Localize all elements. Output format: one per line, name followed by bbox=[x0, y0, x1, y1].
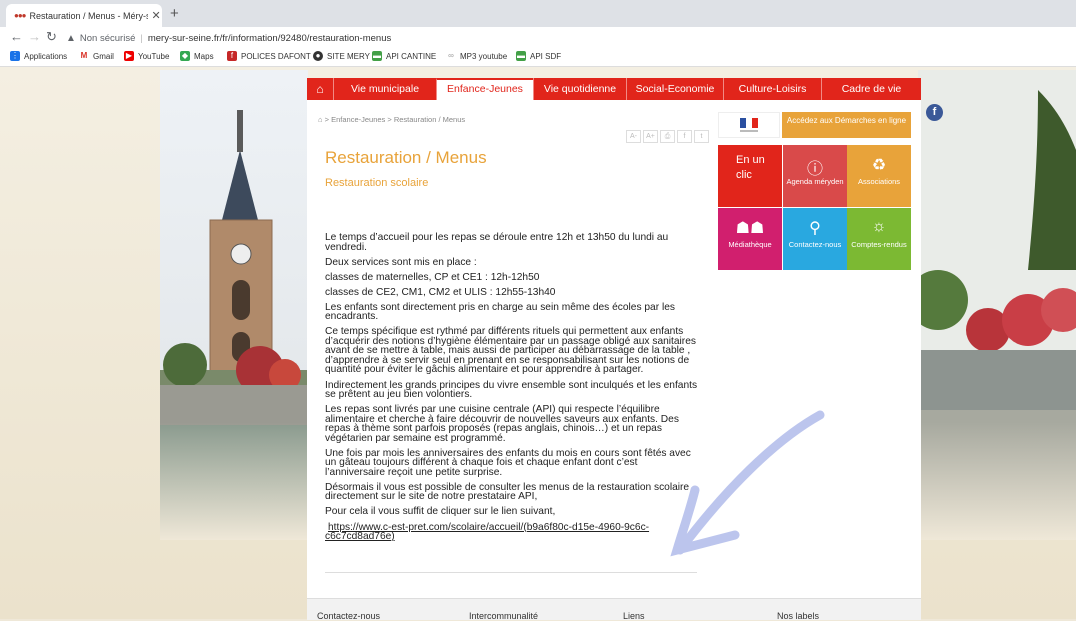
paragraph: Les enfants sont directement pris en cha… bbox=[325, 301, 675, 323]
forward-icon[interactable]: → bbox=[28, 29, 41, 44]
paragraph: Pour cela il vous suffit de cliquer sur … bbox=[325, 506, 556, 518]
paragraph: classes de CE2, CM1, CM2 et ULIS : 12h55… bbox=[325, 286, 556, 298]
favicon-icon: ●●● bbox=[14, 11, 26, 20]
footer-intercommunalite[interactable]: Intercommunalité bbox=[469, 611, 538, 621]
divider bbox=[325, 572, 697, 573]
paragraph: Indirectement les grands principes du vi… bbox=[325, 379, 698, 401]
menu-vie-municipale[interactable]: Vie municipale bbox=[333, 78, 436, 100]
url-text: mery-sur-seine.fr/fr/information/92480/r… bbox=[147, 32, 392, 44]
bookmark-applications[interactable]: ⋮ Applications bbox=[10, 51, 67, 61]
paragraph: Deux services sont mis en place : bbox=[325, 256, 477, 268]
recycle-icon: ♻ bbox=[871, 157, 887, 174]
bookmark-api-sdf[interactable]: ▬ API SDF bbox=[516, 51, 561, 61]
gmail-icon: M bbox=[80, 51, 88, 60]
people-icon: ☗☗ bbox=[735, 220, 765, 237]
tile-en-un-clic[interactable]: En un clic bbox=[718, 145, 782, 207]
home-breadcrumb-icon[interactable]: ⌂ bbox=[318, 115, 323, 124]
bookmarks-bar: ⋮ Applications M Gmail ▶ YouTube ◆ Maps f POL… bbox=[0, 48, 1076, 67]
bookmark-site-mery[interactable]: ● SITE MERY bbox=[313, 51, 370, 61]
church-photo bbox=[160, 70, 308, 540]
paragraph: Ce temps spécifique est rythmé par diffé… bbox=[325, 326, 696, 376]
bookmark-maps[interactable]: ◆ Maps bbox=[180, 51, 214, 61]
page-tools: A- A+ ⎙ f t bbox=[626, 130, 709, 143]
api-icon: ▬ bbox=[372, 51, 382, 61]
maps-icon: ◆ bbox=[180, 51, 190, 61]
footer: Contactez-nous Intercommunalité Liens No… bbox=[307, 598, 921, 621]
footer-contactez-nous[interactable]: Contactez-nous bbox=[317, 611, 380, 621]
menu-culture-loisirs[interactable]: Culture-Loisirs bbox=[723, 78, 821, 100]
facebook-share-icon[interactable]: f bbox=[677, 130, 692, 143]
bookmark-mp3-youtube[interactable]: ∞ MP3 youtube bbox=[446, 51, 507, 61]
reload-icon[interactable]: ↻ bbox=[46, 29, 57, 45]
twitter-share-icon[interactable]: t bbox=[694, 130, 709, 143]
new-tab-button[interactable]: + bbox=[170, 5, 179, 22]
facebook-icon[interactable]: f bbox=[926, 104, 943, 121]
bookmark-youtube[interactable]: ▶ YouTube bbox=[124, 51, 169, 61]
paragraph: Une fois par mois les anniversaires des … bbox=[325, 447, 691, 478]
increase-font-button[interactable]: A+ bbox=[643, 130, 658, 143]
url-separator: | bbox=[140, 32, 143, 44]
bookmark-api-cantine[interactable]: ▬ API CANTINE bbox=[372, 51, 436, 61]
browser-tab[interactable]: ●●● Restauration / Menus - Méry-su ✕ bbox=[6, 4, 162, 27]
menu-enfance-jeunes[interactable]: Enfance-Jeunes bbox=[436, 78, 533, 100]
menus-link[interactable]: https://www.c-est-pret.com/scolaire/accu… bbox=[325, 522, 649, 543]
warning-icon: ▲ bbox=[66, 32, 76, 44]
menu-vie-quotidienne[interactable]: Vie quotidienne bbox=[533, 78, 626, 100]
footer-liens[interactable]: Liens bbox=[623, 611, 645, 621]
print-icon[interactable]: ⎙ bbox=[660, 130, 675, 143]
back-icon[interactable]: ← bbox=[10, 29, 23, 44]
search-icon: ⚲ bbox=[809, 220, 821, 237]
article-body: Le temps d’accueil pour les repas se dér… bbox=[325, 232, 700, 547]
address-bar[interactable]: ▲ Non sécurisé | mery-sur-seine.fr/fr/in… bbox=[66, 29, 391, 47]
paragraph: classes de maternelles, CP et CE1 : 12h-… bbox=[325, 271, 540, 283]
tab-title: Restauration / Menus - Méry-su bbox=[29, 10, 148, 21]
close-tab-icon[interactable]: ✕ bbox=[152, 9, 161, 22]
bookmark-polices-dafont[interactable]: f POLICES DAFONT bbox=[227, 51, 311, 61]
bulb-icon: ☼ bbox=[871, 218, 887, 235]
menu-cadre-de-vie[interactable]: Cadre de vie bbox=[821, 78, 921, 100]
paragraph: Le temps d’accueil pour les repas se dér… bbox=[325, 232, 669, 253]
decrease-font-button[interactable]: A- bbox=[626, 130, 641, 143]
bookmark-gmail[interactable]: M Gmail bbox=[79, 51, 114, 61]
french-flag-icon bbox=[740, 118, 758, 132]
tile-associations[interactable]: ♻ Associations bbox=[847, 145, 911, 207]
tile-contactez-nous[interactable]: ⚲ Contactez-nous bbox=[783, 208, 847, 270]
page-subtitle: Restauration scolaire bbox=[325, 177, 429, 189]
youtube-icon: ▶ bbox=[124, 51, 134, 61]
page-title: Restauration / Menus bbox=[325, 148, 487, 167]
site-icon: ● bbox=[313, 51, 323, 61]
info-icon: ⓘ bbox=[806, 161, 823, 178]
main-menu: ⌂ Vie municipale Enfance-Jeunes Vie quot… bbox=[307, 78, 921, 100]
home-icon[interactable]: ⌂ bbox=[307, 78, 333, 100]
not-secure-label: Non sécurisé bbox=[79, 32, 136, 44]
tile-comptes-rendus[interactable]: ☼ Comptes-rendus bbox=[847, 208, 911, 270]
river-photo bbox=[918, 70, 1076, 540]
apps-icon: ⋮ bbox=[10, 51, 20, 61]
marianne-logo bbox=[718, 112, 780, 138]
tile-mediatheque[interactable]: ☗☗ Médiathèque bbox=[718, 208, 782, 270]
breadcrumb: ⌂ > Enfance-Jeunes > Restauration / Menu… bbox=[318, 115, 465, 124]
dafont-icon: f bbox=[227, 51, 237, 61]
tile-agenda[interactable]: ⓘ Agenda méryden bbox=[783, 145, 847, 207]
paragraph: Désormais il vous est possible de consul… bbox=[325, 481, 690, 503]
link-icon: ∞ bbox=[448, 51, 454, 60]
breadcrumb-text[interactable]: > Enfance-Jeunes > Restauration / Menus bbox=[325, 115, 466, 124]
demarches-en-ligne-button[interactable]: Accédez aux Démarches en ligne bbox=[782, 112, 911, 138]
menu-social-economie[interactable]: Social-Economie bbox=[626, 78, 723, 100]
api-sdf-icon: ▬ bbox=[516, 51, 526, 61]
paragraph: Les repas sont livrés par une cuisine ce… bbox=[325, 404, 679, 444]
footer-nos-labels[interactable]: Nos labels bbox=[777, 611, 819, 621]
